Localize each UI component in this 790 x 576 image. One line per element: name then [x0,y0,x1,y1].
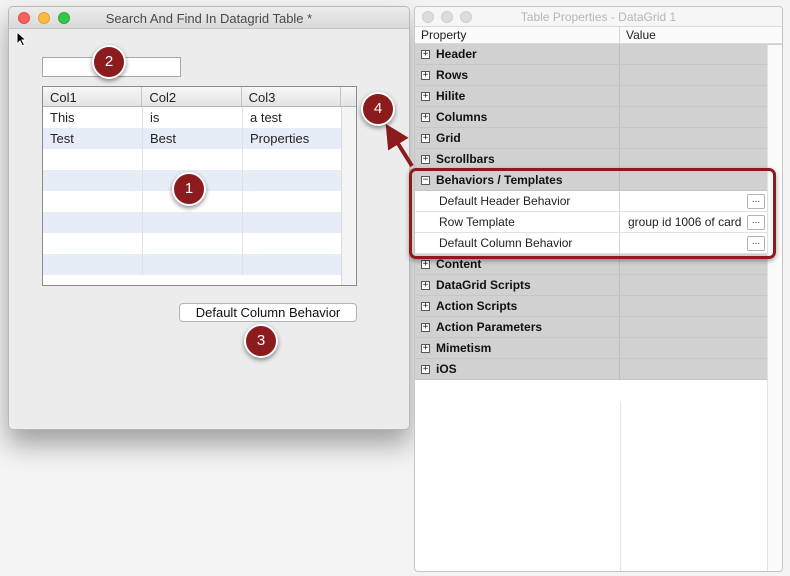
expand-icon[interactable]: + [421,112,430,122]
table-cell: a test [243,107,343,128]
category-header[interactable]: + Action Parameters [415,317,782,338]
table-cell [243,191,343,212]
column-header[interactable]: Col3 [242,87,341,106]
table-cell [43,191,143,212]
table-row[interactable]: This is a test [43,107,356,128]
highlight-callout-box [409,168,776,259]
table-cell [43,149,143,170]
datagrid-header: Col1 Col2 Col3 [43,87,356,107]
table-cell: This [43,107,143,128]
table-cell: is [143,107,243,128]
table-cell [243,149,343,170]
pointer-cursor-icon [16,31,28,47]
category-label: DataGrid Scripts [436,278,531,292]
category-header[interactable]: + Hilite [415,86,782,107]
annotation-badge-4: 4 [361,92,395,126]
table-cell [143,149,243,170]
annotation-badge-3: 3 [244,324,278,358]
category-header[interactable]: + Header [415,44,782,65]
category-header[interactable]: + Rows [415,65,782,86]
category-label: Action Scripts [436,299,518,313]
category-label: Columns [436,110,488,124]
category-header[interactable]: + iOS [415,359,782,380]
table-cell: Best [143,128,243,149]
category-header[interactable]: + Mimetism [415,338,782,359]
table-cell [43,254,143,275]
table-properties-window: Table Properties - DataGrid 1 Property V… [414,6,783,572]
category-header[interactable]: + Action Scripts [415,296,782,317]
table-cell [43,212,143,233]
category-label: Grid [436,131,461,145]
expand-icon[interactable]: + [421,133,430,143]
table-row[interactable] [43,233,356,254]
expand-icon[interactable]: + [421,364,430,374]
table-cell [243,212,343,233]
expand-icon[interactable]: + [421,154,430,164]
expand-icon[interactable]: + [421,322,430,332]
category-label: Content [436,257,482,271]
column-divider [620,402,621,571]
expand-icon[interactable]: + [421,49,430,59]
search-window-titlebar: Search And Find In Datagrid Table * [9,7,409,29]
expand-icon[interactable]: + [421,343,430,353]
table-cell [143,212,243,233]
properties-window-title: Table Properties - DataGrid 1 [520,10,677,24]
table-cell [243,233,343,254]
table-row[interactable] [43,149,356,170]
category-label: iOS [436,362,457,376]
table-cell [143,254,243,275]
category-label: Header [436,47,477,61]
category-header[interactable]: + Scrollbars [415,149,782,170]
table-row[interactable] [43,212,356,233]
table-cell: Properties [243,128,343,149]
expand-icon[interactable]: + [421,70,430,80]
category-label: Scrollbars [436,152,495,166]
header-filler [341,87,356,106]
column-header[interactable]: Col2 [142,87,242,106]
default-column-behavior-button[interactable]: Default Column Behavior [179,303,357,322]
table-row[interactable] [43,254,356,275]
properties-titlebar: Table Properties - DataGrid 1 [415,7,782,27]
expand-icon[interactable]: + [421,91,430,101]
expand-icon[interactable]: + [421,280,430,290]
table-cell [43,170,143,191]
properties-vertical-scrollbar[interactable] [767,45,782,571]
table-cell [43,233,143,254]
category-header[interactable]: + Columns [415,107,782,128]
category-label: Mimetism [436,341,492,355]
category-label: Rows [436,68,469,82]
datagrid-vertical-scrollbar[interactable] [341,107,356,285]
category-header[interactable]: + Grid [415,128,782,149]
annotation-badge-1: 1 [172,172,206,206]
window-title: Search And Find In Datagrid Table * [105,11,313,26]
table-cell [243,254,343,275]
table-row[interactable]: Test Best Properties [43,128,356,149]
table-cell [243,170,343,191]
value-column-header[interactable]: Value [620,27,767,43]
properties-header: Property Value [415,27,782,44]
expand-icon[interactable]: + [421,259,430,269]
table-cell: Test [43,128,143,149]
category-header[interactable]: + DataGrid Scripts [415,275,782,296]
search-window: Search And Find In Datagrid Table * Col1… [8,6,410,430]
property-column-header[interactable]: Property [415,27,620,43]
category-label: Action Parameters [436,320,543,334]
annotation-badge-2: 2 [92,45,126,79]
column-header[interactable]: Col1 [43,87,143,106]
table-cell [143,233,243,254]
category-label: Hilite [436,89,466,103]
expand-icon[interactable]: + [421,301,430,311]
